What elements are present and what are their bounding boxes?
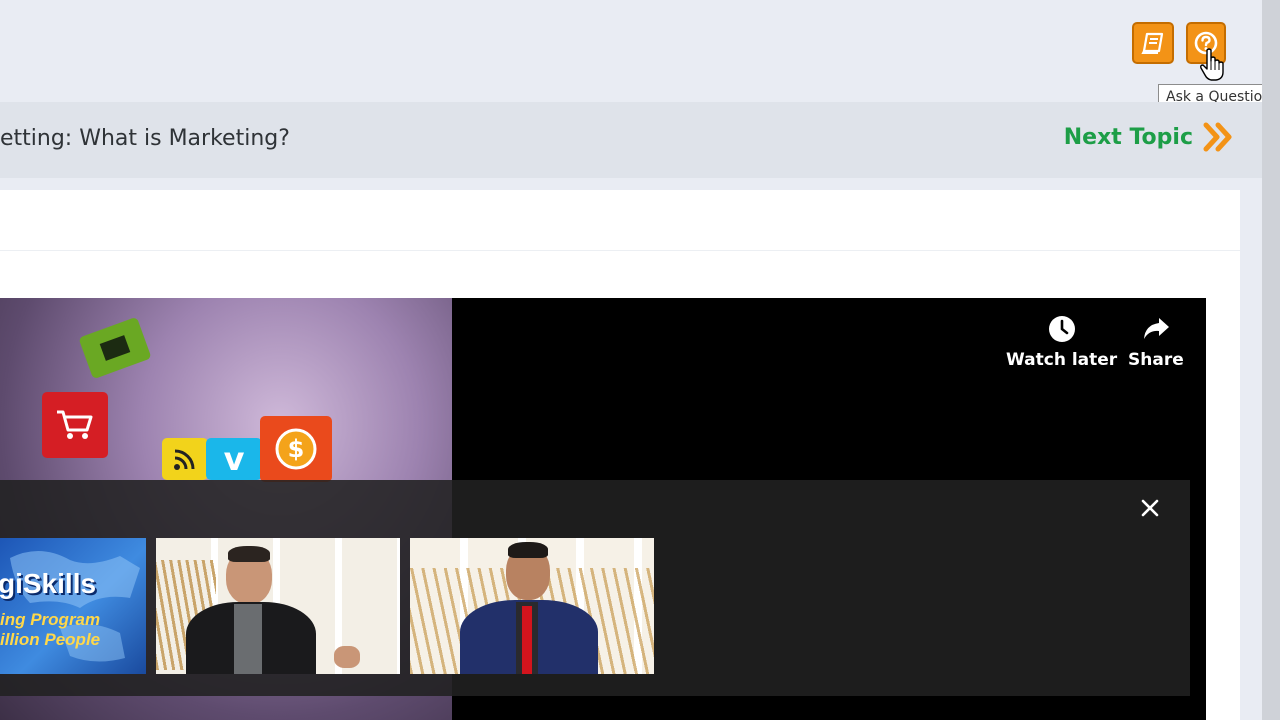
video-player[interactable]: v $ Watch later Share giSkills ing Progr… [0,298,1206,720]
card-subtitle-2: illion People [0,630,101,649]
vimeo-icon: v [206,438,262,480]
page-scrollbar[interactable] [1262,0,1280,720]
person-shirt [234,604,262,674]
lesson-content: v $ Watch later Share giSkills ing Progr… [0,190,1240,720]
share-label: Share [1128,350,1184,370]
topic-title: etting: What is Marketing? [0,126,290,151]
clock-icon [1048,316,1075,342]
person-hand [334,646,360,668]
topic-bar: etting: What is Marketing? Next Topic [0,102,1262,178]
svg-text:$: $ [288,435,305,463]
share-button[interactable]: Share [1128,314,1184,370]
dollar-coin-icon: $ [260,416,332,482]
storage-cube-icon [78,316,152,380]
watch-later-label: Watch later [1006,350,1118,370]
divider [0,250,1240,251]
person-hair [508,542,548,558]
rss-icon [162,438,208,480]
related-video-card[interactable] [156,538,400,674]
world-map-graphic [10,550,140,662]
related-videos-overlay: giSkills ing Program illion People [0,480,1190,696]
close-overlay-button[interactable] [1138,496,1162,520]
related-video-card[interactable]: giSkills ing Program illion People [0,538,146,674]
next-topic-link[interactable]: Next Topic [1064,122,1235,152]
share-arrow-icon [1143,318,1169,339]
person-hair [228,546,270,562]
next-topic-label: Next Topic [1063,124,1193,150]
card-title: giSkills [0,568,97,599]
watch-later-button[interactable]: Watch later [1006,314,1117,370]
shopping-cart-icon [42,392,108,458]
notebook-icon [1141,32,1164,54]
person-tie [522,606,532,674]
card-subtitle-1: ing Program [0,610,101,629]
notes-button[interactable] [1132,22,1174,64]
double-chevron-right-icon [1203,122,1232,152]
close-icon [1141,499,1159,517]
hand-cursor-icon [1200,48,1224,81]
related-video-card[interactable] [410,538,654,674]
top-toolbar [0,0,1262,102]
